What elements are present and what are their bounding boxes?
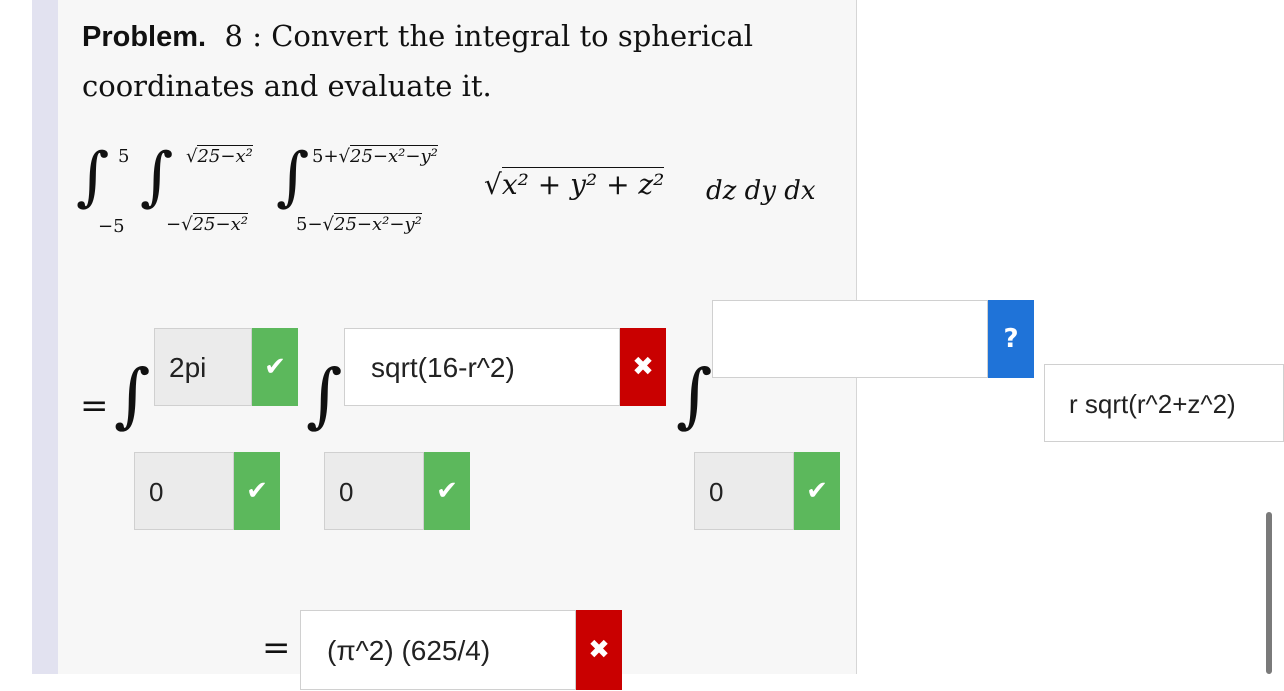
problem-label: Problem. (82, 21, 207, 53)
outer-lower-limit: −5 (98, 216, 125, 237)
x-icon: ✖ (576, 610, 622, 690)
phi-integral-sign: ∫ (114, 354, 151, 436)
outer-upper-answer[interactable]: 2pi (154, 328, 252, 406)
inner-upper-answer[interactable] (712, 300, 988, 378)
middle-converted-integral-sign: ∫ (306, 354, 343, 436)
integrand: √x² + y² + z² (484, 167, 665, 201)
outer-upper-limit: 5 (118, 146, 130, 167)
middle-lower-limit: −√25−x² (166, 213, 248, 235)
outer-integral-sign: ∫ (76, 140, 110, 214)
inner-lower-limit: 5−√25−x²−y² (296, 213, 422, 235)
problem-statement: Problem. 8 : Convert the integral to sph… (82, 12, 842, 111)
result-answer[interactable]: (π^2) (625/4) (300, 610, 576, 690)
question-icon[interactable]: ? (988, 300, 1034, 378)
check-icon: ✔ (794, 452, 840, 530)
inner-converted-integral-sign: ∫ (676, 354, 713, 436)
middle-upper-answer[interactable]: sqrt(16-r^2) (344, 328, 620, 406)
problem-number: 8 : (224, 19, 262, 53)
outer-lower-answer[interactable]: 0 (134, 452, 234, 530)
x-icon: ✖ (620, 328, 666, 406)
inner-integral-sign: ∫ (276, 140, 310, 214)
equals-sign: = (80, 386, 109, 426)
left-rail (32, 0, 58, 674)
scrollbar[interactable] (1266, 512, 1272, 674)
differentials: dz dy dx (706, 176, 816, 206)
check-icon: ✔ (234, 452, 280, 530)
inner-lower-answer[interactable]: 0 (694, 452, 794, 530)
middle-integral-sign: ∫ (140, 140, 174, 214)
middle-lower-answer[interactable]: 0 (324, 452, 424, 530)
check-icon: ✔ (424, 452, 470, 530)
middle-upper-limit: √25−x² (186, 145, 253, 167)
result-equals-sign: = (262, 628, 291, 668)
integrand-answer[interactable]: r sqrt(r^2+z^2) (1044, 364, 1284, 442)
check-icon: ✔ (252, 328, 298, 406)
inner-upper-limit: 5+√25−x²−y² (312, 145, 438, 167)
